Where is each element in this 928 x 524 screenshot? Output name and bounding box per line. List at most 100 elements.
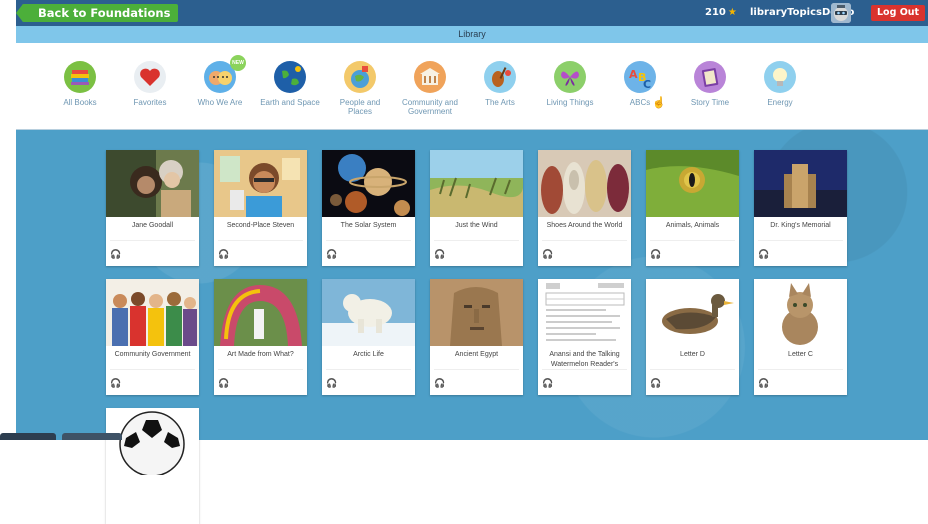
book-card[interactable]: Shoes Around the World 🎧 <box>538 150 631 266</box>
book-cover-image <box>646 279 739 346</box>
book-card[interactable]: Letter C 🎧 <box>754 279 847 395</box>
book-cover-image <box>538 150 631 217</box>
book-cover-image <box>106 150 199 217</box>
book-grid: Jane Goodall 🎧 Second-Place Steven 🎧 The… <box>16 130 928 524</box>
earth-icon <box>274 61 306 93</box>
log-out-button[interactable]: Log Out <box>871 5 926 21</box>
butterfly-icon <box>554 61 586 93</box>
book-cover-image <box>322 279 415 346</box>
book-card[interactable]: Community Government 🎧 <box>106 279 199 395</box>
category-label: Community and Government <box>401 98 459 116</box>
category-label: Energy <box>767 98 793 107</box>
book-title <box>106 475 199 509</box>
book-cover-image <box>430 279 523 346</box>
book-footer: 🎧 <box>434 369 519 391</box>
star-icon: ★ <box>727 7 737 18</box>
book-cover-image <box>430 150 523 217</box>
svg-text:C: C <box>643 78 651 91</box>
category-earth-and-space[interactable]: Earth and Space <box>260 61 320 107</box>
category-story-time[interactable]: Story Time <box>680 61 740 107</box>
avatar[interactable] <box>831 3 851 23</box>
book-cover-image <box>538 279 631 346</box>
headphones-icon: 🎧 <box>110 378 122 388</box>
new-badge: NEW <box>230 55 246 71</box>
category-bar: All Books Favorites NEW Who We Are Earth… <box>16 43 928 130</box>
book-footer: 🎧 <box>326 240 411 262</box>
category-people-and-places[interactable]: People and Places <box>330 61 390 116</box>
app-frame: Back to Foundations 210 ★ libraryTopicsDe… <box>15 0 928 524</box>
book-footer: 🎧 <box>650 369 735 391</box>
book-footer: 🎧 <box>650 240 735 262</box>
book-card[interactable]: Arctic Life 🎧 <box>322 279 415 395</box>
lightbulb-icon <box>764 61 796 93</box>
headphones-icon: 🎧 <box>758 378 770 388</box>
book-footer: 🎧 <box>218 369 303 391</box>
all-books-icon <box>64 61 96 93</box>
back-to-foundations-button[interactable]: Back to Foundations <box>15 4 179 22</box>
book-card[interactable]: Art Made from What? 🎧 <box>214 279 307 395</box>
headphones-icon: 🎧 <box>326 249 338 259</box>
book-footer: 🎧 <box>758 240 843 262</box>
book-cover-image <box>646 150 739 217</box>
book-cover-image <box>754 150 847 217</box>
headphones-icon: 🎧 <box>542 378 554 388</box>
headphones-icon: 🎧 <box>218 378 230 388</box>
book-card[interactable] <box>106 408 199 524</box>
face-icon: NEW <box>204 55 246 93</box>
category-label: Living Things <box>546 98 594 107</box>
book-cover-image <box>754 279 847 346</box>
book-card[interactable]: Anansi and the Talking Watermelon Reader… <box>538 279 631 395</box>
book-card[interactable]: Second-Place Steven 🎧 <box>214 150 307 266</box>
book-card[interactable]: Letter D 🎧 <box>646 279 739 395</box>
book-footer: 🎧 <box>110 240 195 262</box>
bottom-tab-right[interactable] <box>62 433 122 440</box>
book-footer: 🎧 <box>758 369 843 391</box>
headphones-icon: 🎧 <box>650 378 662 388</box>
book-card[interactable]: Ancient Egypt 🎧 <box>430 279 523 395</box>
book-footer: 🎧 <box>542 240 627 262</box>
hand-cursor-icon: ☝ <box>652 97 666 109</box>
book-cover-image <box>106 408 199 475</box>
headphones-icon: 🎧 <box>758 249 770 259</box>
abc-icon: ABC <box>624 61 656 93</box>
headphones-icon: 🎧 <box>110 249 122 259</box>
book-card[interactable]: Animals, Animals 🎧 <box>646 150 739 266</box>
book-footer: 🎧 <box>218 240 303 262</box>
book-card[interactable]: Dr. King's Memorial 🎧 <box>754 150 847 266</box>
category-who-we-are[interactable]: NEW Who We Are <box>190 55 250 107</box>
people-places-icon <box>344 61 376 93</box>
heart-icon <box>134 61 166 93</box>
category-label: The Arts <box>485 98 515 107</box>
category-the-arts[interactable]: The Arts <box>470 61 530 107</box>
category-living-things[interactable]: Living Things <box>540 61 600 107</box>
category-label: Who We Are <box>197 98 243 107</box>
bottom-tab-left[interactable] <box>0 433 56 440</box>
book-icon <box>694 61 726 93</box>
category-community-and-government[interactable]: Community and Government <box>400 61 460 116</box>
book-footer: 🎧 <box>434 240 519 262</box>
building-icon <box>414 61 446 93</box>
star-count-value: 210 <box>705 7 726 18</box>
category-label: Story Time <box>690 98 730 107</box>
category-favorites[interactable]: Favorites <box>120 61 180 107</box>
category-energy[interactable]: Energy <box>750 61 810 107</box>
book-footer: 🎧 <box>326 369 411 391</box>
book-cover-image <box>214 279 307 346</box>
book-cover-image <box>214 150 307 217</box>
category-label: Earth and Space <box>260 98 320 107</box>
headphones-icon: 🎧 <box>434 249 446 259</box>
book-card[interactable]: Jane Goodall 🎧 <box>106 150 199 266</box>
library-title: Library <box>458 29 486 39</box>
headphones-icon: 🎧 <box>434 378 446 388</box>
book-card[interactable]: The Solar System 🎧 <box>322 150 415 266</box>
category-label: People and Places <box>339 98 381 116</box>
book-card[interactable]: Just the Wind 🎧 <box>430 150 523 266</box>
book-cover-image <box>322 150 415 217</box>
category-all-books[interactable]: All Books <box>50 61 110 107</box>
svg-text:A: A <box>629 68 638 81</box>
top-bar: Back to Foundations 210 ★ libraryTopicsDe… <box>15 0 928 26</box>
headphones-icon: 🎧 <box>326 378 338 388</box>
headphones-icon: 🎧 <box>542 249 554 259</box>
library-title-bar: Library <box>16 26 928 43</box>
star-count: 210 ★ <box>705 7 737 18</box>
